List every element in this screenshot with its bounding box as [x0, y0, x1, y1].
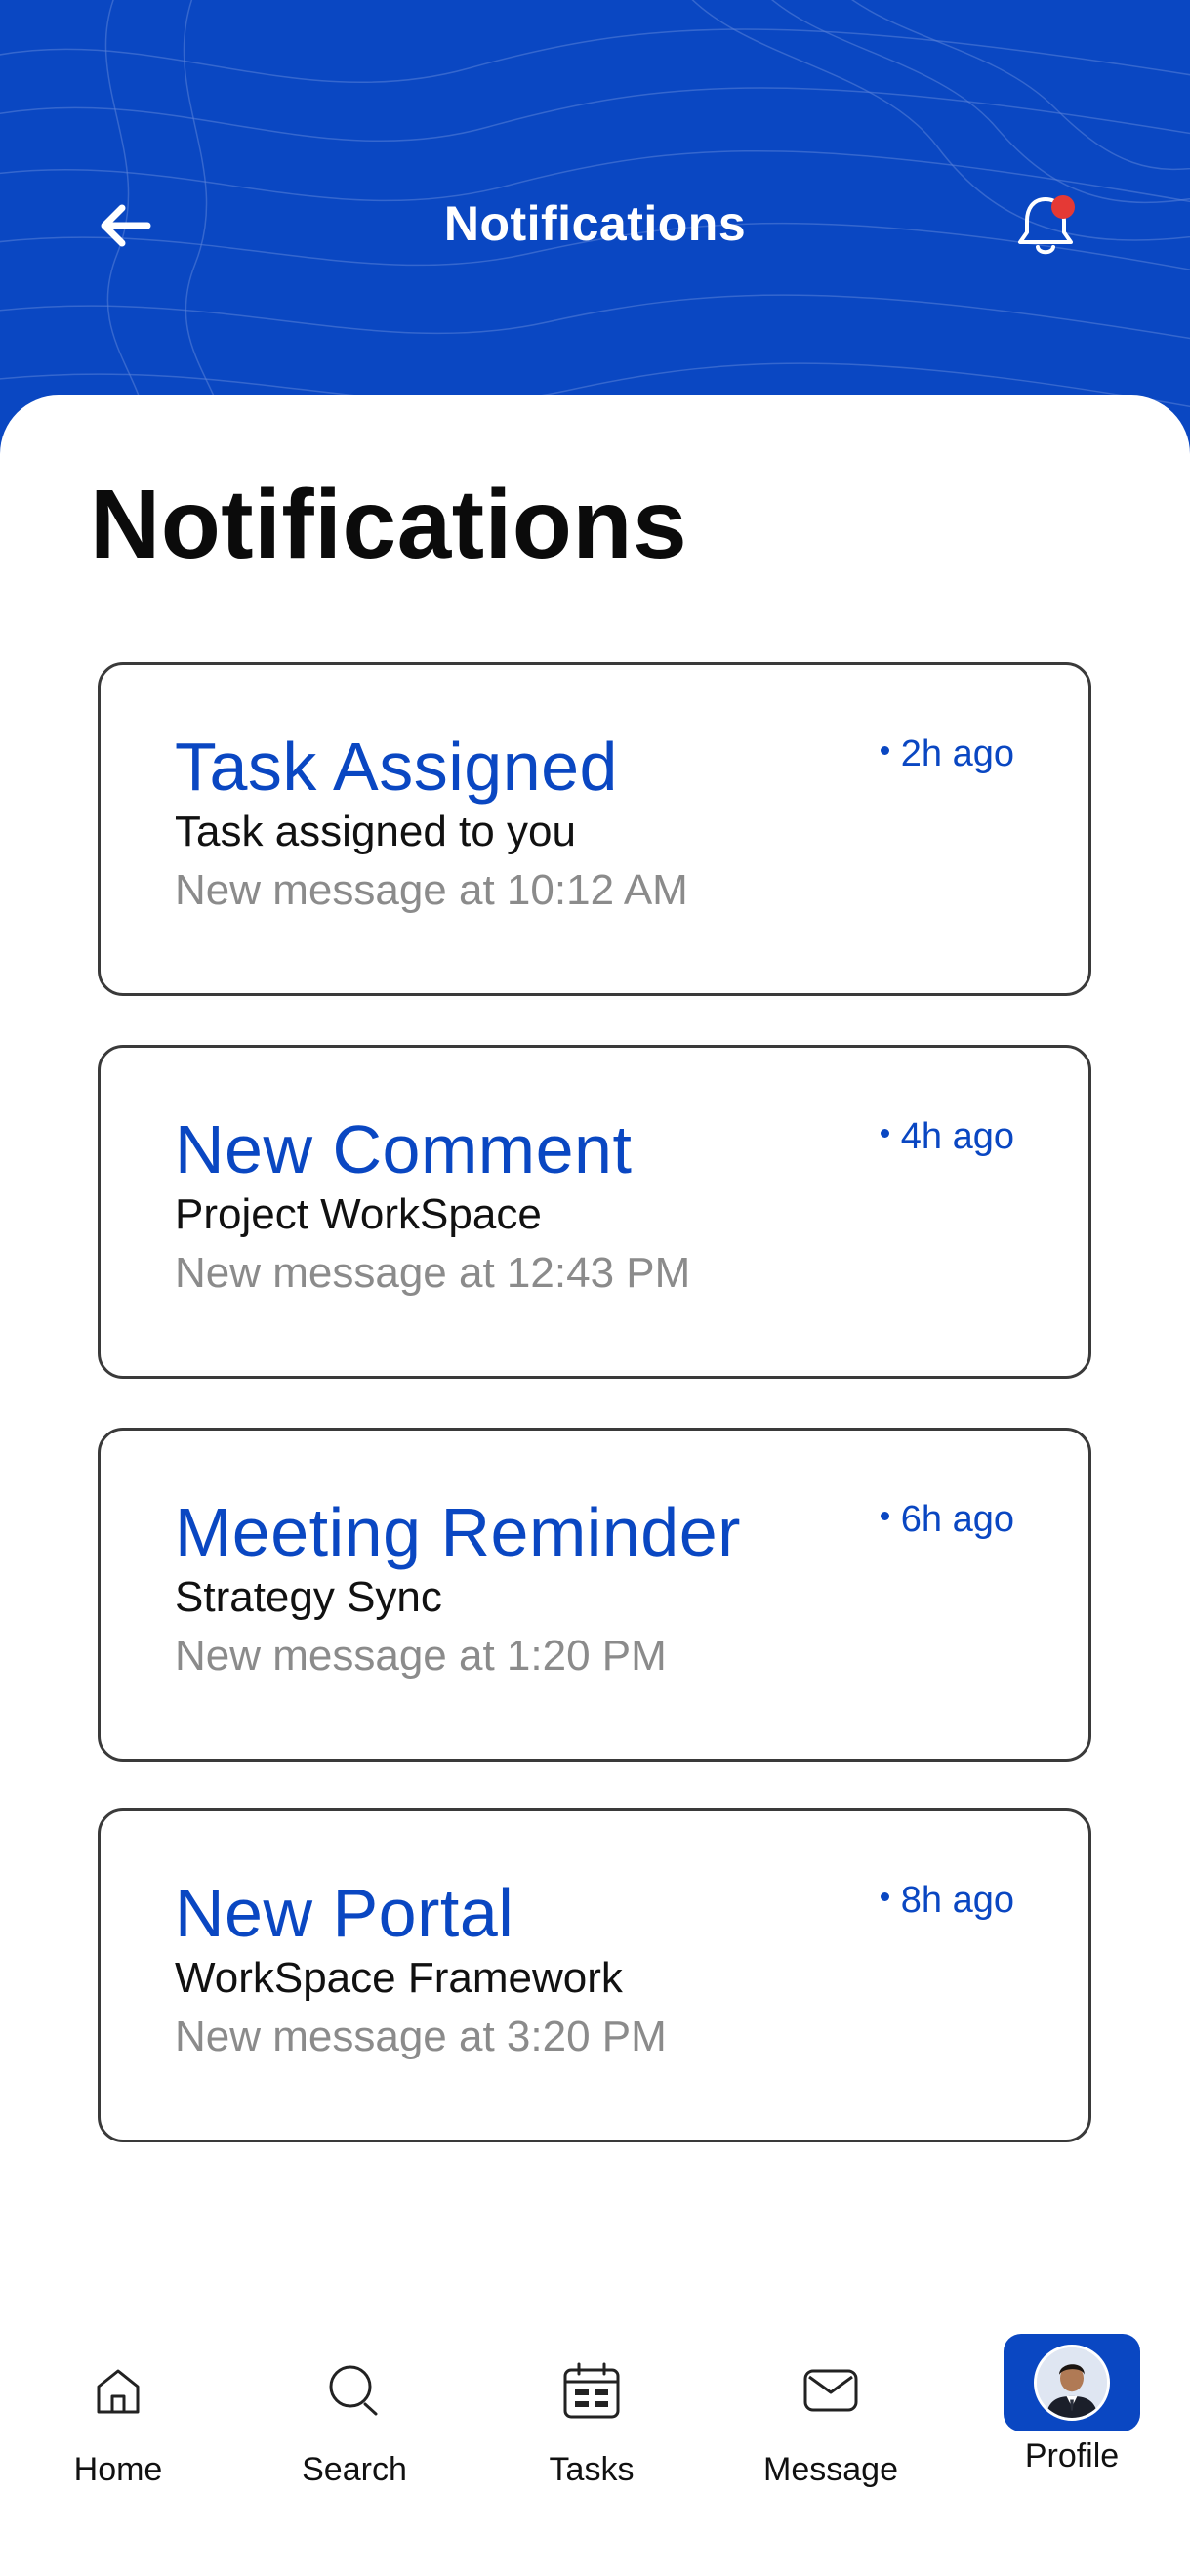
notification-message: New message at 3:20 PM — [175, 2013, 667, 2060]
mail-icon — [796, 2355, 866, 2426]
bottom-navigation: Home Search Tasks Message Profile — [0, 2305, 1190, 2500]
home-icon — [83, 2355, 153, 2426]
notification-subtitle: Task assigned to you — [175, 808, 576, 855]
notification-time-text: 6h ago — [900, 1499, 1014, 1540]
notification-subtitle: Project WorkSpace — [175, 1190, 542, 1238]
notification-time-text: 4h ago — [900, 1116, 1014, 1157]
avatar — [1034, 2345, 1110, 2421]
bullet-dot — [880, 1512, 889, 1521]
notification-message: New message at 10:12 AM — [175, 866, 688, 914]
notification-message: New message at 1:20 PM — [175, 1632, 667, 1680]
nav-item-tasks[interactable]: Tasks — [494, 2305, 689, 2500]
notification-card[interactable]: Meeting Reminder 6h ago Strategy Sync Ne… — [98, 1428, 1091, 1762]
search-icon — [319, 2355, 390, 2426]
nav-label: Home — [73, 2451, 163, 2488]
unread-badge-dot — [1051, 195, 1075, 219]
profile-active-highlight — [1004, 2334, 1140, 2431]
notification-time: 8h ago — [880, 1880, 1014, 1922]
nav-label: Search — [302, 2451, 407, 2488]
notification-message: New message at 12:43 PM — [175, 1249, 691, 1297]
nav-label: Tasks — [549, 2451, 635, 2488]
bullet-dot — [880, 746, 889, 756]
notification-time: 4h ago — [880, 1116, 1014, 1158]
page-title: Notifications — [90, 470, 688, 579]
header-bar: Notifications — [0, 0, 1190, 459]
nav-label: Profile — [1024, 2437, 1120, 2474]
notification-subtitle: WorkSpace Framework — [175, 1954, 623, 2002]
calendar-icon — [556, 2355, 627, 2426]
bullet-dot — [880, 1129, 889, 1139]
notification-title: Task Assigned — [175, 728, 618, 805]
nav-item-home[interactable]: Home — [21, 2305, 216, 2500]
notification-card[interactable]: Task Assigned 2h ago Task assigned to yo… — [98, 662, 1091, 996]
nav-item-message[interactable]: Message — [733, 2305, 928, 2500]
notification-time: 2h ago — [880, 733, 1014, 775]
notification-title: New Portal — [175, 1875, 514, 1951]
notification-card[interactable]: New Portal 8h ago WorkSpace Framework Ne… — [98, 1808, 1091, 2142]
notification-time-text: 2h ago — [900, 733, 1014, 774]
notification-time-text: 8h ago — [900, 1880, 1014, 1921]
nav-label: Message — [763, 2451, 898, 2488]
bullet-dot — [880, 1892, 889, 1902]
notification-subtitle: Strategy Sync — [175, 1573, 442, 1621]
nav-item-profile[interactable]: Profile — [963, 2305, 1181, 2500]
notification-title: Meeting Reminder — [175, 1494, 741, 1570]
notifications-bell-button[interactable] — [1005, 186, 1086, 266]
notification-time: 6h ago — [880, 1499, 1014, 1541]
notification-title: New Comment — [175, 1111, 633, 1187]
notification-card[interactable]: New Comment 4h ago Project WorkSpace New… — [98, 1045, 1091, 1379]
nav-item-search[interactable]: Search — [257, 2305, 452, 2500]
